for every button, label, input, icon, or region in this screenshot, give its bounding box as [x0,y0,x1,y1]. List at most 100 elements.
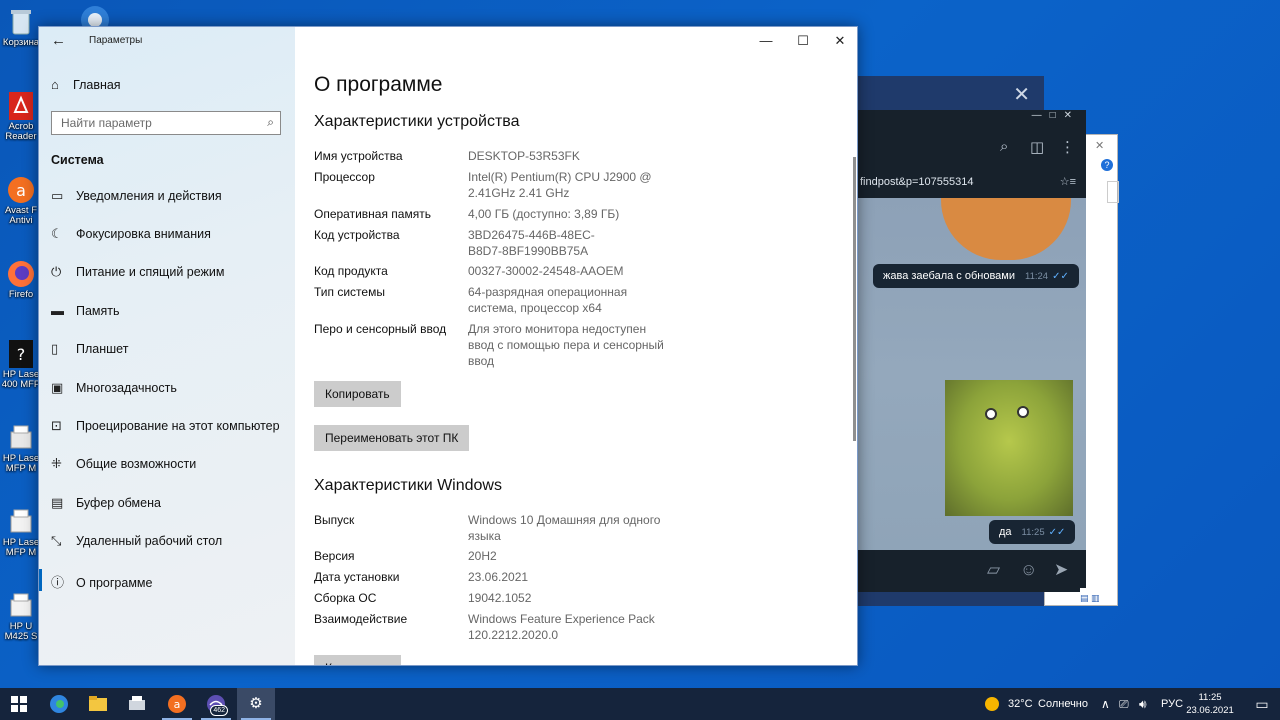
sidebar-toggle-icon[interactable]: ◫ [1030,138,1044,156]
desktop-icon-label: Firefo [8,290,34,300]
sidebar-item-storage[interactable]: ▬ Память [39,294,295,328]
tray-chevron-up-icon[interactable]: ∧ [1101,688,1110,720]
send-icon[interactable]: ➤ [1054,560,1068,580]
telegram-window-controls[interactable]: —□✕ [856,110,1086,128]
minimize-button[interactable]: — [747,27,785,55]
read-ticks-icon: ✓✓ [1048,527,1066,538]
message-input-bar[interactable]: ▱ ☺ ➤ [856,550,1086,592]
spec-key: Перо и сенсорный ввод [314,322,447,336]
clock-time: 11:25 [1198,692,1222,703]
dialog-status-icons: ▤ ▥ [1080,588,1114,604]
spec-key: Оперативная память [314,207,431,221]
spec-key: Версия [314,549,355,563]
tablet-icon: ▯ [51,341,59,356]
sidebar-item-notifications[interactable]: ▭ Уведомления и действия [39,179,295,213]
desktop-icon-hp-4[interactable]: HP U M425 S [0,590,42,642]
weather-temperature[interactable]: 32°C [1008,688,1033,720]
help-icon[interactable]: ? [1101,159,1113,171]
spec-value: Для этого монитора недоступен ввод с пом… [468,322,664,368]
desktop-icon-recycle-bin[interactable]: Корзина [0,6,42,48]
volume-icon[interactable]: 🔊︎ [1139,688,1147,720]
taskbar-explorer[interactable] [79,688,117,720]
content-scrollbar[interactable] [853,157,856,441]
view-icons-icon[interactable]: ▤ ▥ [1080,593,1100,603]
sidebar-item-tablet[interactable]: ▯ Планшет [39,332,295,366]
maximize-button[interactable]: ☐ [784,27,822,55]
sidebar-item-label: Многозадачность [76,381,177,395]
windows-specs-heading: Характеристики Windows [314,477,502,494]
sidebar-item-multitasking[interactable]: ▣ Многозадачность [39,371,295,405]
taskbar-clock[interactable]: 11:25 23.06.2021 [1184,691,1236,717]
input-language[interactable]: РУС [1161,688,1183,720]
pinned-message-text: findpost&p=107555314 [860,176,974,188]
sidebar-item-projecting[interactable]: ⊡ Проецирование на этот компьютер [39,409,295,443]
sidebar-item-focus-assist[interactable]: ☾ Фокусировка внимания [39,217,295,251]
rename-pc-button[interactable]: Переименовать этот ПК [314,425,470,451]
close-icon[interactable]: ✕ [1013,82,1030,107]
nav-home[interactable]: ⌂ Главная [51,77,121,92]
copy-windows-specs-button[interactable]: Копировать [314,655,401,665]
settings-search-input[interactable]: Найти параметр ⌕ [51,111,281,135]
desktop-icon-label: M425 S [4,632,38,642]
sidebar-item-remote-desktop[interactable]: ⤡ Удаленный рабочий стол [39,524,295,558]
recycle-bin-icon [5,6,37,38]
close-button[interactable]: ✕ [821,27,857,55]
spec-key: Процессор [314,170,375,184]
desktop-icon-label: HP Lase [2,454,40,464]
desktop-icon-hp-1[interactable]: ? HP Lase 400 MFP [0,338,42,390]
sidebar-item-power[interactable]: ⏻ Питание и спящий режим [39,255,295,289]
pinned-message[interactable]: findpost&p=107555314 ☆≡ [856,168,1086,198]
spec-key: Код продукта [314,264,388,278]
search-icon[interactable]: ⌕ [1000,138,1008,155]
spec-value: 19042.1052 [468,591,532,605]
sidebar-item-shared-experiences[interactable]: ⁜ Общие возможности [39,447,295,481]
photo-message[interactable] [945,380,1073,516]
close-icon[interactable]: ✕ [1095,139,1104,152]
message-bubble[interactable]: да 11:25 ✓✓ [989,520,1076,544]
telegram-chat-header: ⌕ ◫ ⋮ [856,128,1086,168]
taskbar-edge[interactable] [40,688,78,720]
device-specs-heading: Характеристики устройства [314,113,520,130]
bot-command-icon[interactable]: ▱ [987,560,1000,580]
taskbar-settings[interactable]: ⚙ [237,688,275,720]
taskbar-printer-app[interactable] [118,688,156,720]
taskbar-telegram[interactable]: 462 [197,688,235,720]
desktop-icon-hp-3[interactable]: HP Lase MFP M [0,506,42,558]
pin-list-icon[interactable]: ☆≡ [1060,175,1076,188]
spec-value: Intel(R) Pentium(R) CPU J2900 @ 2.41GHz … [468,170,652,200]
multitasking-icon: ▣ [51,380,64,395]
sidebar-item-label: Общие возможности [76,457,197,471]
sidebar-item-about[interactable]: ⓘ О программе [39,563,295,597]
action-center-button[interactable]: ▭ [1244,688,1280,720]
emoji-icon[interactable]: ☺ [1020,560,1037,580]
desktop-icon-acrobat[interactable]: Acrob Reader [0,90,42,142]
message-bubble[interactable]: жава заебала с обновами 11:24 ✓✓ [873,264,1079,288]
copy-button[interactable]: Копировать [314,381,401,407]
back-arrow-icon[interactable]: ← [51,32,66,49]
telegram-window[interactable]: —□✕ ⌕ ◫ ⋮ findpost&p=107555314 ☆≡ жава з… [856,110,1086,592]
weather-condition[interactable]: Солнечно [1038,688,1088,720]
desktop-icon-avast[interactable]: a Avast F Antivi [0,174,42,226]
clipboard-icon: ▤ [51,495,64,510]
network-icon[interactable]: ⎚ [1119,688,1129,720]
taskbar-avast[interactable]: a [158,688,196,720]
svg-text:a: a [16,181,26,200]
desktop-icon-label: Корзина [2,38,40,48]
photo-detail [1017,406,1029,418]
start-button[interactable] [0,688,38,720]
sidebar-item-label: Проецирование на этот компьютер [76,419,280,433]
about-content: О программе Характеристики устройства Им… [295,55,857,665]
desktop-icon-label: 400 MFP [1,380,41,390]
more-icon[interactable]: ⋮ [1060,138,1075,156]
weather-sun-icon[interactable] [985,697,999,711]
desktop-icon-label: Reader [5,132,37,142]
desktop-icon-hp-2[interactable]: HP Lase MFP M [0,422,42,474]
svg-text:?: ? [17,345,26,364]
sidebar-item-label: Память [76,304,120,318]
desktop-icon-label: MFP M [5,548,37,558]
desktop-icon-firefox[interactable]: Firefo [0,258,42,300]
spec-key: Тип системы [314,285,385,299]
sidebar-item-clipboard[interactable]: ▤ Буфер обмена [39,486,295,520]
settings-window[interactable]: ⌂ Главная Найти параметр ⌕ Система ▭ Уведо… [38,26,858,666]
printer-app-icon [129,696,145,710]
